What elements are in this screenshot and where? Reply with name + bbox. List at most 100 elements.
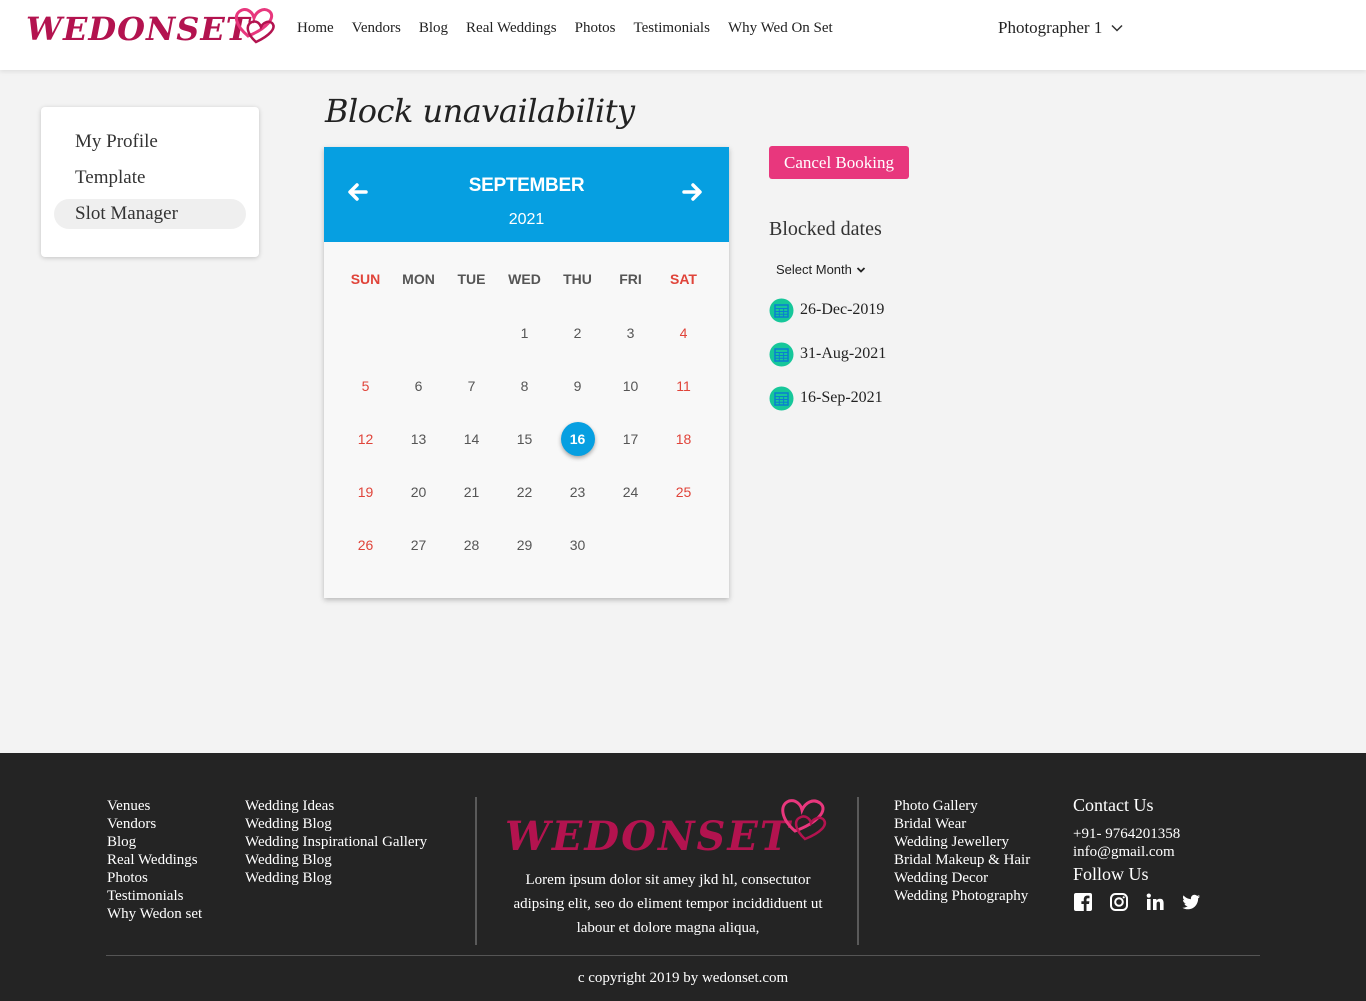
- nav-photos[interactable]: Photos: [575, 20, 616, 37]
- sidebar-item-slot-manager[interactable]: Slot Manager: [54, 199, 246, 229]
- calendar-day[interactable]: 7: [445, 359, 498, 412]
- calendar-day[interactable]: 8: [498, 359, 551, 412]
- linkedin-icon[interactable]: [1145, 892, 1165, 912]
- calendar-day[interactable]: 10: [604, 359, 657, 412]
- calendar-day-number: 24: [622, 483, 639, 500]
- nav-vendors[interactable]: Vendors: [352, 20, 401, 37]
- twitter-icon[interactable]: [1181, 892, 1201, 912]
- footer-link[interactable]: Wedding Blog: [245, 869, 427, 887]
- weekday-label: WED: [508, 271, 541, 287]
- calendar-day[interactable]: 30: [551, 518, 604, 571]
- calendar-empty-cell: [445, 306, 498, 359]
- calendar-day[interactable]: 21: [445, 465, 498, 518]
- calendar-day-number: 22: [516, 483, 533, 500]
- select-month-dropdown[interactable]: Select Month: [770, 260, 872, 279]
- calendar-day-number: 29: [516, 536, 533, 553]
- contact-email[interactable]: info@gmail.com: [1073, 844, 1175, 861]
- footer-link[interactable]: Bridal Makeup & Hair: [894, 851, 1030, 869]
- calendar-day-number: 2: [573, 324, 582, 341]
- calendar-day[interactable]: 23: [551, 465, 604, 518]
- profile-sidebar: My Profile Template Slot Manager: [41, 107, 259, 257]
- calendar-day[interactable]: 20: [392, 465, 445, 518]
- blocked-dates-list: 26-Dec-2019 31-Aug-2021 16-Sep-2021: [769, 297, 886, 429]
- calendar-day[interactable]: 6: [392, 359, 445, 412]
- site-footer: Venues Vendors Blog Real Weddings Photos…: [0, 753, 1366, 1001]
- calendar-day[interactable]: 26: [339, 518, 392, 571]
- nav-blog[interactable]: Blog: [419, 20, 448, 37]
- footer-link[interactable]: Wedding Inspirational Gallery: [245, 833, 427, 851]
- calendar-day[interactable]: 18: [657, 412, 710, 465]
- heart-logo-icon: [781, 799, 827, 841]
- next-month-arrow-icon[interactable]: [682, 181, 704, 203]
- footer-link[interactable]: Wedding Blog: [245, 815, 427, 833]
- sidebar-item-template[interactable]: Template: [54, 163, 246, 193]
- brand-logo[interactable]: WEDONSET: [26, 4, 276, 56]
- nav-testimonials[interactable]: Testimonials: [633, 20, 709, 37]
- weekday-label: SUN: [350, 271, 381, 287]
- calendar-day-number: 7: [467, 377, 476, 394]
- calendar-day[interactable]: 17: [604, 412, 657, 465]
- calendar-day-selected[interactable]: 16: [551, 412, 604, 465]
- nav-real-weddings[interactable]: Real Weddings: [466, 20, 557, 37]
- calendar-day[interactable]: 14: [445, 412, 498, 465]
- footer-link[interactable]: Photos: [107, 869, 202, 887]
- calendar-day[interactable]: 9: [551, 359, 604, 412]
- select-month-label: Select Month: [776, 262, 852, 277]
- blocked-date-item: 31-Aug-2021: [769, 341, 886, 367]
- footer-link[interactable]: Bridal Wear: [894, 815, 1030, 833]
- calendar-day[interactable]: 15: [498, 412, 551, 465]
- footer-link[interactable]: Wedding Ideas: [245, 797, 427, 815]
- calendar-day-number: 3: [626, 324, 635, 341]
- calendar-day[interactable]: 13: [392, 412, 445, 465]
- calendar-day[interactable]: 5: [339, 359, 392, 412]
- calendar-day[interactable]: 25: [657, 465, 710, 518]
- footer-link[interactable]: Real Weddings: [107, 851, 202, 869]
- footer-link[interactable]: Wedding Decor: [894, 869, 1030, 887]
- blocked-dates-title: Blocked dates: [769, 218, 882, 240]
- calendar-day[interactable]: 3: [604, 306, 657, 359]
- calendar-day[interactable]: 2: [551, 306, 604, 359]
- calendar-day[interactable]: 19: [339, 465, 392, 518]
- calendar-day[interactable]: 28: [445, 518, 498, 571]
- calendar-day-number: 18: [675, 430, 692, 447]
- cancel-booking-button[interactable]: Cancel Booking: [769, 146, 909, 179]
- footer-link[interactable]: Testimonials: [107, 887, 202, 905]
- calendar-day[interactable]: 24: [604, 465, 657, 518]
- calendar-day-number: 25: [675, 483, 692, 500]
- footer-link[interactable]: Why Wedon set: [107, 905, 202, 923]
- user-menu[interactable]: Photographer 1: [998, 18, 1124, 38]
- footer-link[interactable]: Wedding Photography: [894, 887, 1030, 905]
- calendar-day[interactable]: 29: [498, 518, 551, 571]
- calendar-day-number: 12: [357, 430, 374, 447]
- contact-title: Contact Us: [1073, 795, 1154, 815]
- calendar-day[interactable]: 22: [498, 465, 551, 518]
- calendar-month: SEPTEMBER: [468, 175, 585, 196]
- calendar-day-number: 26: [357, 536, 374, 553]
- calendar-icon: [769, 386, 794, 410]
- calendar-day[interactable]: 12: [339, 412, 392, 465]
- calendar-day-number: 6: [414, 377, 423, 394]
- instagram-icon[interactable]: [1109, 892, 1129, 912]
- blocked-date-item: 16-Sep-2021: [769, 385, 886, 411]
- contact-phone[interactable]: +91- 9764201358: [1073, 826, 1180, 843]
- blocked-date-text: 26-Dec-2019: [800, 301, 885, 318]
- footer-divider: [857, 797, 859, 945]
- nav-home[interactable]: Home: [297, 20, 334, 37]
- calendar-day-number: 20: [410, 483, 427, 500]
- footer-link[interactable]: Venues: [107, 797, 202, 815]
- calendar-day-number: 28: [463, 536, 480, 553]
- calendar-day[interactable]: 1: [498, 306, 551, 359]
- footer-link[interactable]: Vendors: [107, 815, 202, 833]
- nav-why-wed-on-set[interactable]: Why Wed On Set: [728, 20, 833, 37]
- sidebar-item-my-profile[interactable]: My Profile: [54, 127, 246, 157]
- footer-link[interactable]: Wedding Jewellery: [894, 833, 1030, 851]
- calendar-day[interactable]: 11: [657, 359, 710, 412]
- calendar-day[interactable]: 4: [657, 306, 710, 359]
- footer-link[interactable]: Blog: [107, 833, 202, 851]
- calendar-icon: [769, 342, 794, 366]
- footer-link[interactable]: Photo Gallery: [894, 797, 1030, 815]
- chevron-down-icon: [856, 266, 866, 273]
- facebook-icon[interactable]: [1073, 892, 1093, 912]
- calendar-day[interactable]: 27: [392, 518, 445, 571]
- footer-link[interactable]: Wedding Blog: [245, 851, 427, 869]
